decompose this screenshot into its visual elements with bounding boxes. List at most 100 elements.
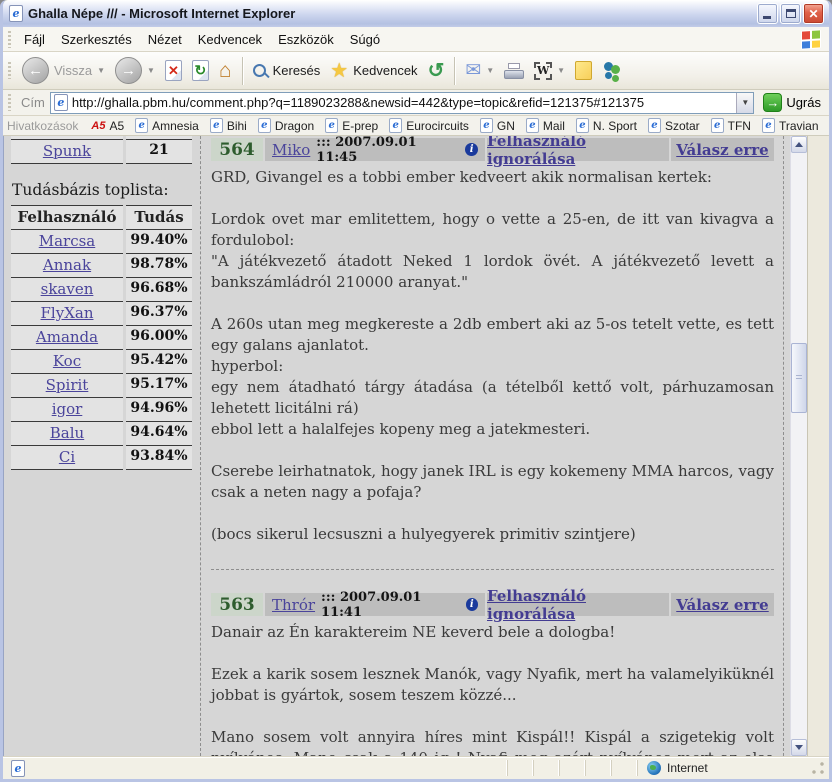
info-icon[interactable]: i [465,143,478,156]
window-inner-edge [807,136,829,756]
link-label: TFN [728,119,751,133]
link-item-eprep[interactable]: e E-prep [325,118,378,133]
maximize-button[interactable] [780,3,801,24]
discuss-button[interactable] [571,59,596,82]
link-item-mail[interactable]: e Mail [526,118,565,133]
history-button[interactable]: ↺ [424,59,449,83]
link-item-eurocircuits[interactable]: e Eurocircuits [389,118,469,133]
link-item-a5[interactable]: A5 A5 [91,119,124,133]
search-label: Keresés [273,63,321,78]
user-link[interactable]: FlyXan [41,304,94,322]
user-link[interactable]: Koc [53,352,81,370]
a5-favicon: A5 [91,120,105,132]
back-button[interactable]: ← Vissza ▼ [18,55,109,86]
toolbar-grip[interactable] [8,62,11,79]
link-label: N. Sport [593,119,637,133]
edit-button[interactable]: W ▼ [530,60,569,82]
user-link[interactable]: Spunk [43,142,91,160]
user-link[interactable]: Amanda [36,328,98,346]
favorites-button[interactable]: ★ Kedvencek [326,59,421,83]
knowledge-value: 99.40% [126,229,192,254]
post-body: Danair az Én karaktereim NE keverd bele … [211,616,774,756]
reply-link[interactable]: Válasz erre [676,596,768,614]
ignore-user-cell: Felhasználó ignorálása [487,138,669,161]
forward-button[interactable]: → ▼ [111,55,159,86]
menu-help[interactable]: Súgó [342,29,388,50]
go-button[interactable]: → Ugrás [759,92,825,113]
ie-favicon: e [325,118,338,133]
status-panel [585,760,611,776]
info-icon[interactable]: i [466,598,478,611]
search-button[interactable]: Keresés [249,61,325,80]
scrollbar-track[interactable] [791,153,807,739]
toolbar-grip[interactable] [8,31,11,48]
links-bar: Hivatkozások A5 A5 e Amnesia e Bihi e Dr… [3,116,829,136]
table-row: Spunk 21 [11,139,200,164]
minimize-button[interactable] [757,3,778,24]
ie-favicon: e [526,118,539,133]
menu-file[interactable]: Fájl [16,29,53,50]
knowledge-value: 96.68% [126,277,192,302]
knowledge-value: 95.42% [126,349,192,374]
user-link[interactable]: Annak [43,256,91,274]
resize-grip[interactable] [811,761,826,776]
link-label: Amnesia [152,119,199,133]
posts-column: 564 Miko ::: 2007.09.01 11:45 i Felhaszn… [200,136,784,756]
ignore-user-link[interactable]: Felhasználó ignorálása [487,136,669,168]
scroll-up-button[interactable] [791,136,807,153]
ignore-user-link[interactable]: Felhasználó ignorálása [487,587,669,623]
vertical-scrollbar[interactable] [790,136,807,756]
link-item-amnesia[interactable]: e Amnesia [135,118,199,133]
scroll-down-button[interactable] [791,739,807,756]
mail-button[interactable]: ✉ ▼ [461,59,498,82]
messenger-button[interactable] [598,59,628,83]
user-link[interactable]: Spirit [46,376,89,394]
sidebar: Spunk 21 Tudásbázis toplista: Felhasznál… [4,136,200,756]
link-item-nsport[interactable]: e N. Sport [576,118,637,133]
menu-favorites[interactable]: Kedvencek [190,29,270,50]
table-row: FlyXan 96.37% [11,301,200,326]
refresh-button[interactable]: ↻ [188,58,213,83]
mail-dropdown-icon[interactable]: ▼ [486,66,494,75]
post-paragraph: Danair az Én karaktereim NE keverd bele … [211,622,774,643]
stop-button[interactable]: ✕ [161,58,186,83]
post-author-link[interactable]: Miko [272,141,310,159]
link-label: Szotar [665,119,700,133]
address-input[interactable]: e http://ghalla.pbm.hu/comment.php?q=118… [50,92,754,114]
link-item-bihi[interactable]: e Bihi [210,118,247,133]
user-link[interactable]: Ci [59,448,75,466]
menu-view[interactable]: Nézet [140,29,190,50]
menu-edit[interactable]: Szerkesztés [53,29,140,50]
link-item-tfn[interactable]: e TFN [711,118,751,133]
back-arrow-icon: ← [22,57,49,84]
navigation-toolbar: ← Vissza ▼ → ▼ ✕ ↻ ⌂ Keresés ★ Kedvencek… [3,52,829,90]
scrollbar-thumb[interactable] [791,343,807,413]
knowledge-value: 93.84% [126,445,192,470]
user-link[interactable]: skaven [41,280,94,298]
link-label: E-prep [342,119,378,133]
link-label: Dragon [275,119,314,133]
forward-dropdown-icon[interactable]: ▼ [147,66,155,75]
user-link[interactable]: Marcsa [39,232,96,250]
home-icon: ⌂ [219,60,232,81]
link-item-gn[interactable]: e GN [480,118,515,133]
link-item-szotar[interactable]: e Szotar [648,118,700,133]
address-dropdown-button[interactable]: ▼ [736,93,753,113]
forward-arrow-icon: → [115,57,142,84]
print-button[interactable] [500,61,528,81]
edit-dropdown-icon[interactable]: ▼ [557,66,565,75]
link-item-dragon[interactable]: e Dragon [258,118,314,133]
knowledge-value: 96.00% [126,325,192,350]
close-button[interactable]: ✕ [803,3,824,24]
home-button[interactable]: ⌂ [215,58,236,83]
address-url[interactable]: http://ghalla.pbm.hu/comment.php?q=11890… [72,95,732,110]
toolbar-separator [242,57,243,85]
menu-tools[interactable]: Eszközök [270,29,342,50]
reply-link[interactable]: Válasz erre [676,141,768,159]
user-link[interactable]: igor [52,400,83,418]
link-item-travian[interactable]: e Travian [762,118,819,133]
user-link[interactable]: Balu [50,424,84,442]
back-dropdown-icon[interactable]: ▼ [97,66,105,75]
post-author-link[interactable]: Thrór [272,596,315,614]
toolbar-grip[interactable] [8,94,11,111]
